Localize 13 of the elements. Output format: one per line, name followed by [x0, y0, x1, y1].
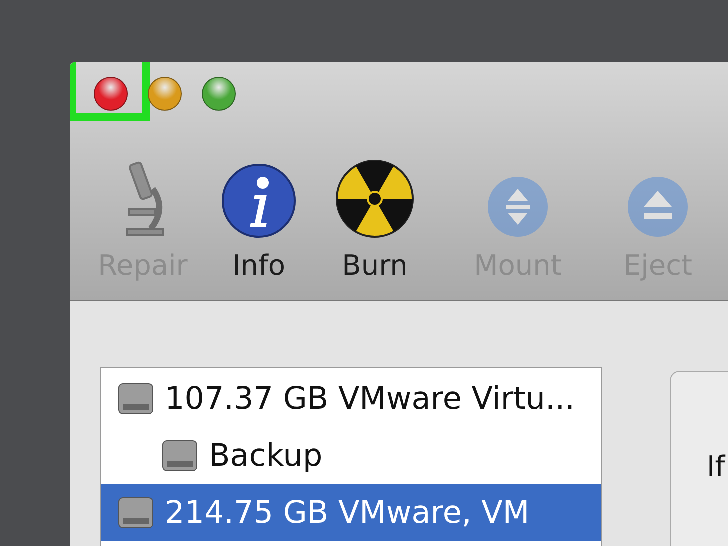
- zoom-button[interactable]: [202, 77, 236, 111]
- up-down-icon: [486, 175, 550, 239]
- minimize-button[interactable]: [148, 77, 182, 111]
- disk-item[interactable]: 107.37 GB VMware Virtu...: [101, 370, 601, 427]
- info-icon: [221, 163, 297, 239]
- close-button[interactable]: [94, 77, 128, 111]
- toolbar-button[interactable]: Info: [204, 126, 314, 300]
- disk-item[interactable]: Backup: [101, 427, 601, 484]
- radiation-icon: [335, 159, 415, 239]
- toolbar-button[interactable]: Burn: [320, 126, 430, 300]
- eject-icon: [626, 175, 690, 239]
- disk-item[interactable]: 214.75 GB VMware, VM: [101, 484, 601, 541]
- panel-text: If: [707, 450, 726, 483]
